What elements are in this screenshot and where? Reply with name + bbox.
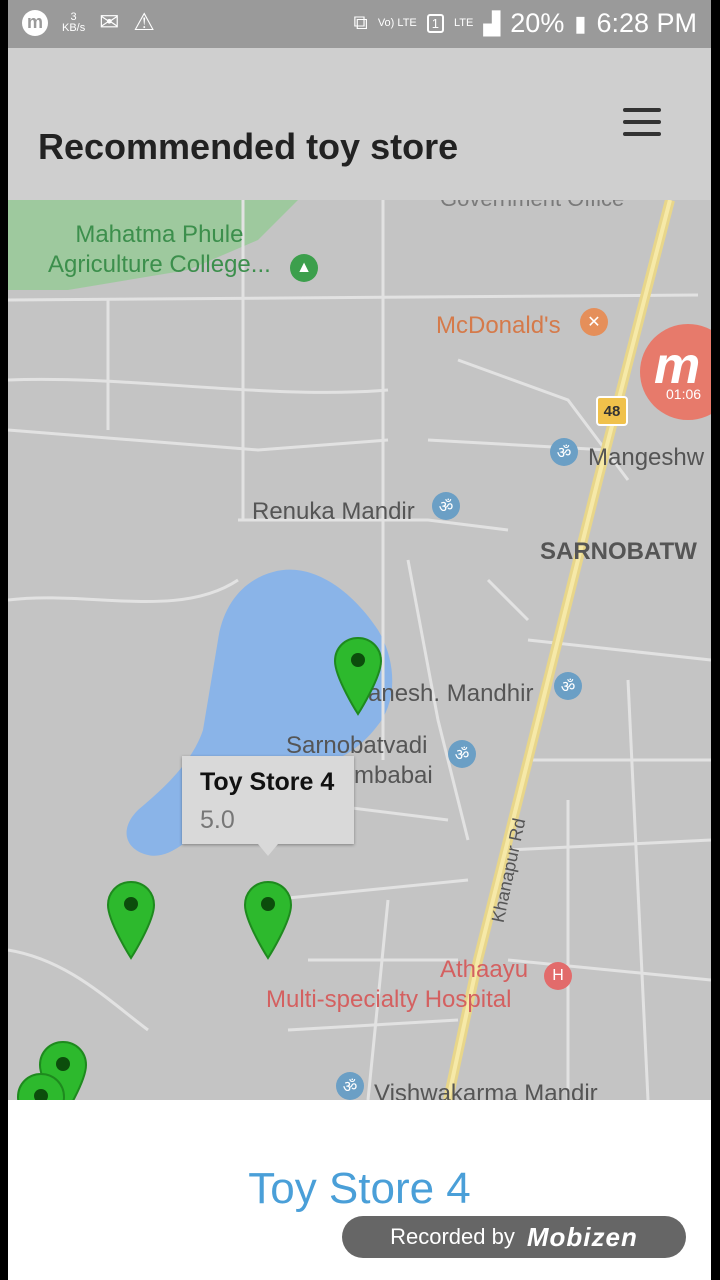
temple-icon: ॐ — [554, 672, 582, 700]
battery-icon: ▮ — [574, 10, 587, 36]
signal-icon: ▟ — [483, 10, 501, 36]
status-bar: m 3 KB/s ✉ ⚠ ⧉ Vo) LTE 1 LTE ▟ 20% ▮ 6:2… — [8, 0, 711, 48]
store-detail-panel[interactable]: Toy Store 4 Recorded by Mobizen — [8, 1100, 711, 1280]
recording-timer: 01:06 — [666, 386, 702, 402]
app-bar: Recommended toy store — [8, 48, 711, 201]
map-label-vishwakarma: Vishwakarma Mandir — [374, 1080, 598, 1100]
network-speed-unit: KB/s — [62, 21, 86, 34]
recording-badge-brand: Mobizen — [526, 1221, 638, 1252]
temple-icon: ॐ — [550, 438, 578, 466]
info-window-title: Toy Store 4 — [200, 768, 335, 796]
map-label-government: Government Office — [440, 200, 624, 212]
map-label-hospital-name: Athaayu — [440, 956, 529, 983]
map-marker-toy-store-4[interactable] — [243, 880, 293, 960]
warning-icon: ⚠ — [133, 9, 155, 36]
map-label-hospital-type: Multi-specialty Hospital — [266, 986, 512, 1013]
restaurant-icon: ✕ — [580, 308, 608, 336]
page-title: Recommended toy store — [38, 126, 459, 167]
mobizen-status-icon: m — [22, 9, 48, 36]
temple-icon: ॐ — [432, 492, 460, 520]
map-marker-store[interactable] — [333, 636, 383, 716]
phone-screen: m 3 KB/s ✉ ⚠ ⧉ Vo) LTE 1 LTE ▟ 20% ▮ 6:2… — [8, 0, 711, 1280]
network-speed: 3 KB/s — [62, 10, 86, 34]
recording-badge: Recorded by Mobizen — [342, 1216, 686, 1258]
recording-badge-text: Recorded by — [390, 1224, 515, 1249]
hamburger-menu-icon[interactable] — [623, 108, 661, 136]
map-label-mcdonalds: McDonald's — [436, 312, 561, 339]
battery-percent: 20% — [510, 8, 565, 38]
map-label-sarnobatwadi-area: SARNOBATW — [540, 538, 697, 565]
cast-icon: ⧉ — [353, 12, 368, 34]
network-speed-value: 3 — [70, 10, 77, 23]
map-label-mangeshwar: Mangeshw — [588, 444, 705, 471]
lte-indicator: LTE — [454, 17, 474, 29]
volte-indicator: Vo) LTE — [377, 17, 417, 29]
mail-icon: ✉ — [99, 9, 120, 36]
hospital-icon: H — [544, 962, 572, 990]
selected-store-name[interactable]: Toy Store 4 — [8, 1164, 711, 1214]
map-label-renuka: Renuka Mandir — [252, 498, 415, 525]
highway-shield: 48 — [596, 396, 628, 426]
temple-icon: ॐ — [336, 1072, 364, 1100]
map-label-ambabai: mbabai — [354, 762, 433, 789]
clock: 6:28 PM — [596, 8, 697, 38]
marker-info-window[interactable]: Toy Store 4 5.0 — [182, 756, 354, 856]
map-label-college: Mahatma Phule Agriculture College... — [48, 221, 271, 278]
map-view[interactable]: Government Office Mahatma Phule Agricult… — [8, 200, 711, 1100]
map-marker-store[interactable] — [106, 880, 156, 960]
map-label-ganesh: anesh. Mandhir — [368, 680, 534, 707]
park-icon: ▲ — [290, 254, 318, 282]
temple-icon: ॐ — [448, 740, 476, 768]
map-marker-store[interactable] — [16, 1072, 66, 1100]
sim-indicator: 1 — [426, 14, 444, 33]
info-window-rating: 5.0 — [200, 806, 235, 834]
